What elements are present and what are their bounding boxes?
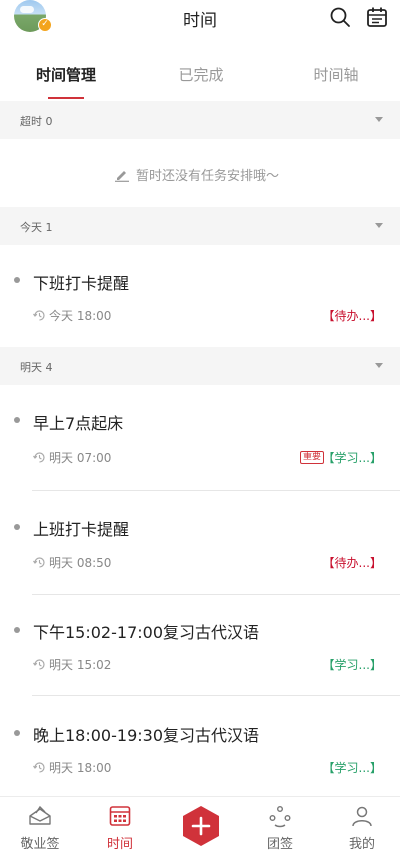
tab-completed[interactable]: 已完成 [141,64,261,85]
tab-active-indicator [48,97,84,99]
task-time: 明天 07:00 [49,451,112,465]
tab-time-management[interactable]: 时间管理 [6,64,126,85]
nav-team[interactable]: 团签 [240,797,320,850]
section-label: 超时 0 [20,115,53,128]
task-title: 上班打卡提醒 [33,520,130,539]
list-item[interactable]: 上班打卡提醒 明天 08:50 【待办...】 [0,491,400,595]
task-category-tag: 【学习...】 [322,451,382,465]
section-overdue[interactable]: 超时 0 [0,101,400,139]
task-category-tag: 【待办...】 [322,309,382,323]
task-title: 晚上18:00-19:30复习古代汉语 [33,726,259,745]
task-title: 下午15:02-17:00复习古代汉语 [33,623,259,642]
envelope-icon [29,805,51,825]
add-task-button[interactable] [181,804,221,848]
task-category-tag: 【学习...】 [322,761,382,775]
search-icon[interactable] [329,6,351,28]
important-badge: 重要 [300,451,325,464]
task-time: 明天 18:00 [49,761,112,775]
caret-down-icon [375,363,383,368]
repeat-clock-icon [33,762,45,773]
tab-bar: 时间管理 已完成 时间轴 [0,48,400,100]
nav-label: 我的 [348,837,375,850]
tab-timeline[interactable]: 时间轴 [276,64,396,85]
caret-down-icon [375,117,383,122]
repeat-clock-icon [33,452,45,463]
section-tomorrow[interactable]: 明天 4 [0,347,400,385]
nav-time[interactable]: 时间 [80,797,160,850]
list-item[interactable]: 下午15:02-17:00复习古代汉语 明天 15:02 【学习...】 [0,595,400,698]
task-title: 下班打卡提醒 [33,274,130,293]
empty-state-text: 暂时还没有任务安排哦～ [136,169,280,184]
user-icon [352,806,372,827]
empty-state: 暂时还没有任务安排哦～ [0,140,400,206]
list-item[interactable]: 早上7点起床 明天 07:00 重要 【学习...】 [0,385,400,491]
task-time: 明天 15:02 [49,658,112,672]
section-today[interactable]: 今天 1 [0,207,400,245]
nav-label: 敬业签 [20,837,60,850]
bullet-dot [14,524,20,530]
repeat-clock-icon [33,310,45,321]
nav-profile[interactable]: 我的 [322,797,400,850]
nav-jingyeqian[interactable]: 敬业签 [0,797,80,850]
caret-down-icon [375,223,383,228]
section-label: 明天 4 [20,361,53,374]
list-item[interactable]: 晚上18:00-19:30复习古代汉语 明天 18:00 【学习...】 [0,698,400,796]
bullet-dot [14,277,20,283]
task-category-tag: 【学习...】 [322,658,382,672]
task-time: 今天 18:00 [49,309,112,323]
divider [32,695,400,696]
task-time: 明天 08:50 [49,556,112,570]
bullet-dot [14,627,20,633]
repeat-clock-icon [33,557,45,568]
list-item[interactable]: 下班打卡提醒 今天 18:00 【待办...】 [0,245,400,347]
bullet-dot [14,730,20,736]
edit-icon [115,171,129,182]
calendar-grid-icon [109,806,131,826]
nav-label: 团签 [266,837,293,850]
repeat-clock-icon [33,659,45,670]
task-title: 早上7点起床 [33,414,124,433]
bullet-dot [14,417,20,423]
nav-label: 时间 [106,837,133,850]
team-icon [269,806,291,828]
task-category-tag: 【待办...】 [322,556,382,570]
section-label: 今天 1 [20,221,53,234]
app-header: ✓ 时间 [0,0,400,34]
calendar-icon[interactable] [366,6,388,28]
